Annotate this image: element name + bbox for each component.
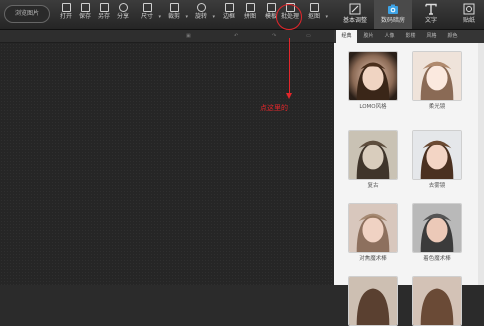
mode-text[interactable]: 文字 <box>412 0 450 29</box>
puzzle-label: 拼图 <box>243 13 256 20</box>
sticker-icon <box>463 3 475 15</box>
history-bar: ▣ ↶ ↷ ▭ <box>0 30 334 43</box>
undo-icon: ↶ <box>234 33 239 39</box>
cutout-icon <box>309 3 319 12</box>
border-button[interactable]: 边框 <box>219 2 239 26</box>
save-as-label: 另存 <box>97 13 110 20</box>
effect-label: 着色魔术棒 <box>423 256 451 262</box>
resize-icon <box>142 3 152 12</box>
cutout-button[interactable]: 抠图 ▾ <box>304 2 328 26</box>
save-button[interactable]: 保存 <box>75 2 95 26</box>
chevron-down-icon[interactable]: ▾ <box>212 14 215 20</box>
tab-film[interactable]: 胶片 <box>358 30 379 43</box>
effect-vintage[interactable]: 复古 <box>346 130 400 190</box>
effect-thumbnail <box>348 276 398 326</box>
effect-soft-focus[interactable]: 柔光镜 <box>410 51 464 111</box>
border-icon <box>224 3 234 12</box>
compare-icon: ▭ <box>306 33 311 39</box>
undo-button[interactable]: ↶ <box>234 32 238 40</box>
effect-thumbnail <box>412 51 462 101</box>
open-button[interactable]: 打开 <box>56 2 76 26</box>
main-toolbar: 浏览图片 打开 保存 另存 分享 尺寸 ▾ 裁剪 ▾ 旋转 ▾ 边框 拼图 模板… <box>0 0 484 30</box>
camera-icon <box>388 4 398 14</box>
save-as-button[interactable]: 另存 <box>94 2 114 26</box>
effects-panel: 经典 胶片 人像 影楼 风格 颜色 LOMO风格 柔光镜 复古 去雾镜 对焦魔术… <box>334 30 484 326</box>
browse-images-button[interactable]: 浏览图片 <box>4 5 50 23</box>
effect-thumbnail <box>412 276 462 326</box>
effect-label: 柔光镜 <box>428 104 446 110</box>
effect-thumbnail <box>348 203 398 253</box>
effect-lomo[interactable]: LOMO风格 <box>346 51 400 111</box>
resize-button[interactable]: 尺寸 ▾ <box>137 2 161 26</box>
annotation-arrow-line <box>289 38 290 94</box>
cutout-label: 抠图 <box>307 13 320 20</box>
text-icon <box>425 3 437 15</box>
chevron-down-icon[interactable]: ▾ <box>325 14 328 20</box>
resize-label: 尺寸 <box>140 13 153 20</box>
chevron-down-icon[interactable]: ▾ <box>185 14 188 20</box>
mode-basic-adjust-label: 基本调整 <box>342 17 367 24</box>
effect-label: 对焦魔术棒 <box>359 256 387 262</box>
compare-button[interactable]: ▭ <box>306 32 311 40</box>
redo-icon: ↷ <box>272 33 277 39</box>
effect-more-1[interactable] <box>346 276 400 326</box>
mode-sticker[interactable]: 贴纸 <box>450 0 484 29</box>
share-label: 分享 <box>116 13 129 20</box>
effect-thumbnail <box>348 130 398 180</box>
effect-thumbnail <box>348 51 398 101</box>
effect-label: LOMO风格 <box>359 104 387 110</box>
rotate-icon <box>196 3 206 12</box>
crop-icon <box>169 3 179 12</box>
effect-label: 去雾镜 <box>428 183 446 189</box>
effect-color-wand[interactable]: 着色魔术棒 <box>410 203 464 263</box>
highlight-circle <box>276 4 302 30</box>
share-icon <box>118 3 128 12</box>
crop-label: 裁剪 <box>167 13 180 20</box>
mode-basic-adjust[interactable]: 基本调整 <box>336 0 374 29</box>
mode-text-label: 文字 <box>424 17 437 24</box>
share-button[interactable]: 分享 <box>113 2 133 26</box>
tab-style[interactable]: 风格 <box>421 30 442 43</box>
save-label: 保存 <box>78 13 91 20</box>
border-label: 边框 <box>222 13 235 20</box>
effect-dehaze[interactable]: 去雾镜 <box>410 130 464 190</box>
effect-thumbnail <box>412 203 462 253</box>
folder-open-icon <box>61 3 71 12</box>
photo-editor-window: 浏览图片 打开 保存 另存 分享 尺寸 ▾ 裁剪 ▾ 旋转 ▾ 边框 拼图 模板… <box>0 0 484 326</box>
restore-icon: ▣ <box>186 33 191 39</box>
chevron-down-icon[interactable]: ▾ <box>158 14 161 20</box>
annotation-arrow-head-icon <box>286 93 292 99</box>
effects-tabs: 经典 胶片 人像 影楼 风格 颜色 <box>334 30 484 43</box>
save-as-icon <box>99 3 109 12</box>
tab-color[interactable]: 颜色 <box>442 30 463 43</box>
annotation-label: 点这里的 <box>260 104 288 112</box>
effect-thumbnail <box>412 130 462 180</box>
redo-button[interactable]: ↷ <box>272 32 276 40</box>
tab-studio[interactable]: 影楼 <box>400 30 421 43</box>
effect-more-2[interactable] <box>410 276 464 326</box>
tab-portrait[interactable]: 人像 <box>379 30 400 43</box>
template-icon <box>266 3 276 12</box>
effect-focus-wand[interactable]: 对焦魔术棒 <box>346 203 400 263</box>
rotate-label: 旋转 <box>194 13 207 20</box>
mode-digital-darkroom[interactable]: 数码暗房 <box>374 0 412 29</box>
basic-adjust-icon <box>349 3 361 15</box>
restore-original-button[interactable]: ▣ <box>186 32 191 40</box>
crop-button[interactable]: 裁剪 ▾ <box>164 2 188 26</box>
tab-classic[interactable]: 经典 <box>336 30 357 43</box>
image-canvas[interactable] <box>0 43 334 285</box>
open-label: 打开 <box>59 13 72 20</box>
mode-digital-darkroom-label: 数码暗房 <box>380 17 405 24</box>
puzzle-button[interactable]: 拼图 <box>240 2 260 26</box>
save-icon <box>80 3 90 12</box>
panel-scrollbar[interactable] <box>478 43 484 285</box>
mode-sticker-label: 贴纸 <box>462 17 475 24</box>
effect-label: 复古 <box>367 183 379 189</box>
rotate-button[interactable]: 旋转 ▾ <box>191 2 215 26</box>
puzzle-icon <box>245 3 255 12</box>
